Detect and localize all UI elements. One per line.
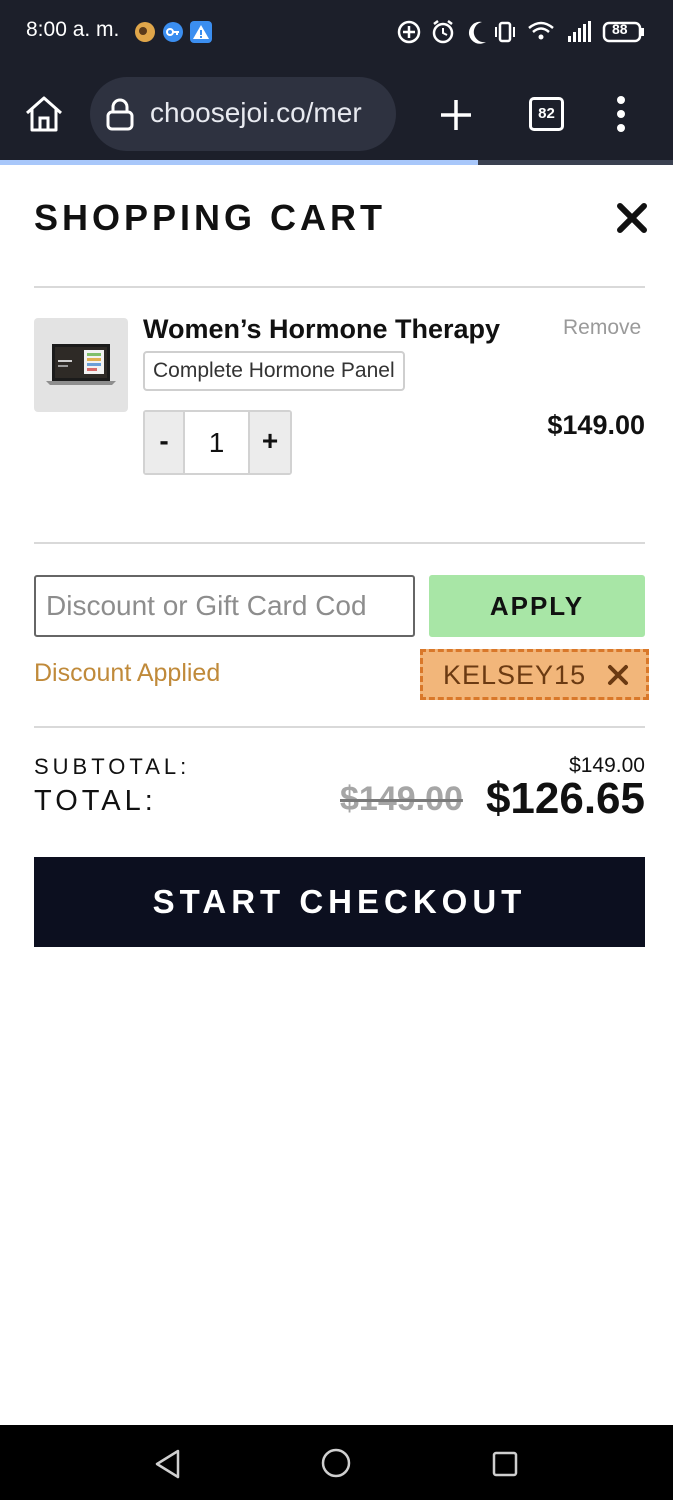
remove-item-link[interactable]: Remove — [563, 316, 641, 340]
battery-level: 88 — [612, 21, 628, 37]
laptop-image-icon — [46, 344, 116, 385]
subtotal-label: SUBTOTAL: — [34, 754, 191, 779]
status-bar: 8:00 a. m. 88 — [0, 0, 673, 64]
discounted-total: $126.65 — [485, 774, 645, 823]
remove-coupon-icon[interactable] — [607, 664, 629, 686]
key-notification-icon — [163, 22, 183, 42]
product-thumbnail — [34, 318, 128, 412]
status-time: 8:00 a. m. — [26, 18, 120, 41]
page-load-progress-fill — [0, 160, 478, 165]
quantity-stepper: - 1 + — [143, 410, 292, 475]
quantity-input[interactable]: 1 — [185, 412, 248, 473]
start-checkout-button[interactable]: START CHECKOUT — [34, 857, 645, 947]
browser-chrome: 8:00 a. m. 88 choosejoi.co/mer 82 — [0, 0, 673, 165]
coupon-code: KELSEY15 — [443, 660, 587, 690]
divider — [34, 726, 645, 728]
divider — [34, 286, 645, 288]
tab-switcher-button[interactable]: 82 — [529, 97, 564, 131]
increase-quantity-button[interactable]: + — [248, 412, 290, 473]
more-menu-icon[interactable] — [606, 94, 636, 134]
cart-title: SHOPPING CART — [34, 197, 387, 238]
lock-icon[interactable] — [104, 97, 136, 131]
warning-notification-icon — [190, 21, 212, 43]
decrease-quantity-button[interactable]: - — [145, 412, 185, 473]
new-tab-icon[interactable] — [437, 96, 475, 134]
original-total: $149.00 — [340, 780, 463, 818]
line-item-price: $149.00 — [547, 410, 645, 440]
discount-status: Discount Applied — [34, 659, 221, 687]
divider — [34, 542, 645, 544]
apply-discount-button[interactable]: APPLY — [429, 575, 645, 637]
discount-code-input[interactable] — [34, 575, 415, 637]
home-icon[interactable] — [22, 94, 66, 134]
address-bar[interactable]: choosejoi.co/mer — [90, 77, 396, 151]
home-circle-icon[interactable] — [320, 1447, 352, 1479]
back-icon[interactable] — [150, 1447, 186, 1481]
variant-tag: Complete Hormone Panel — [143, 351, 405, 391]
browser-toolbar: choosejoi.co/mer 82 — [0, 64, 673, 163]
close-icon[interactable] — [614, 200, 650, 236]
app-notification-icon — [135, 22, 155, 42]
applied-coupon-chip: KELSEY15 — [420, 649, 649, 700]
page-load-progress — [0, 160, 673, 165]
product-name[interactable]: Women’s Hormone Therapy — [143, 314, 500, 345]
recents-icon[interactable] — [490, 1449, 520, 1479]
system-nav-bar — [0, 1425, 673, 1500]
url-text[interactable]: choosejoi.co/mer — [150, 97, 362, 129]
total-label: TOTAL: — [34, 785, 157, 817]
system-status-icons — [397, 20, 644, 44]
